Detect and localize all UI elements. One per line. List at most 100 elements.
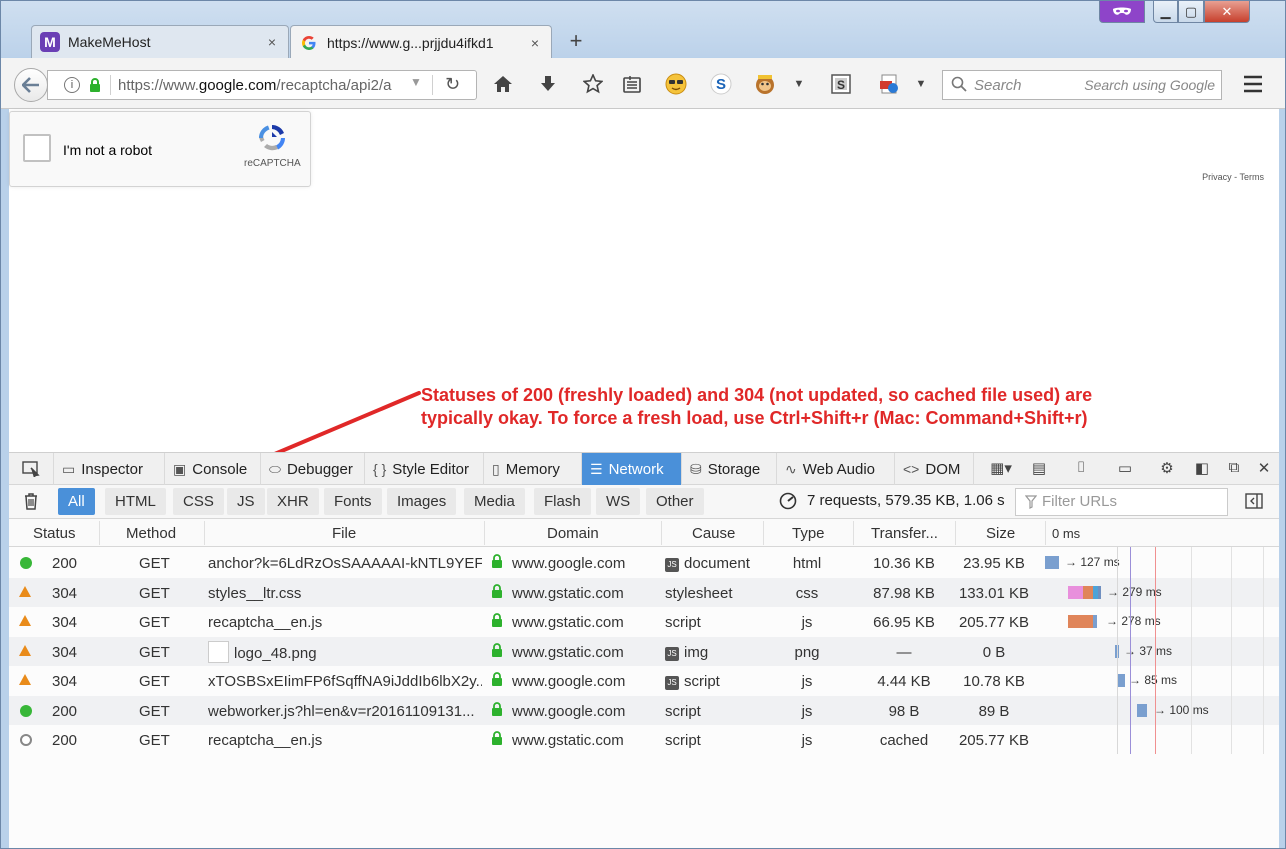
settings-gear-icon[interactable]: ⚙	[1155, 459, 1179, 479]
table-row[interactable]: 200 GET anchor?k=6LdRzOsSAAAAAI-kNTL9YEF..…	[9, 548, 1279, 578]
filter-ws[interactable]: WS	[596, 488, 641, 515]
url-bar[interactable]: i https://www.google.com/recaptcha/api2/…	[47, 70, 477, 100]
col-domain[interactable]: Domain	[547, 525, 599, 542]
tab-memory[interactable]: ▯ Memory	[484, 453, 582, 485]
info-icon[interactable]: i	[64, 77, 80, 93]
filter-js[interactable]: JS	[227, 488, 265, 515]
filter-funnel-icon	[1024, 495, 1038, 513]
file-name[interactable]: anchor?k=6LdRzOsSAAAAAI-kNTL9YEF...	[208, 555, 482, 572]
navigation-toolbar: i https://www.google.com/recaptcha/api2/…	[1, 58, 1285, 109]
recaptcha-checkbox[interactable]	[23, 134, 51, 162]
privacy-terms-link[interactable]: Privacy - Terms	[1202, 172, 1264, 182]
search-placeholder: Search	[974, 77, 1022, 94]
file-name[interactable]: logo_48.png	[208, 640, 482, 663]
col-file[interactable]: File	[332, 525, 356, 542]
table-row[interactable]: 304 GET logo_48.png www.gstatic.com JS img png…	[9, 636, 1279, 666]
bookmarks-list-icon[interactable]	[618, 70, 646, 98]
cause-text: script	[684, 673, 720, 690]
skype-s-icon[interactable]: S	[707, 70, 735, 98]
tab-close-icon[interactable]: ×	[264, 34, 280, 50]
hamburger-menu-icon[interactable]	[1239, 70, 1267, 98]
performance-gauge-icon[interactable]	[779, 492, 797, 513]
sunglasses-emoji-icon[interactable]	[662, 70, 690, 98]
file-name[interactable]: xTOSBSxEIimFP6fSqffNA9iJddIb6lbX2y...	[208, 673, 482, 690]
col-transferred[interactable]: Transfer...	[871, 525, 938, 542]
file-name[interactable]: webworker.js?hl=en&v=r20161109131...	[208, 703, 482, 720]
tab-network[interactable]: ☰ Network	[582, 453, 682, 485]
filter-xhr[interactable]: XHR	[267, 488, 319, 515]
filter-fonts[interactable]: Fonts	[324, 488, 382, 515]
tab-storage[interactable]: ⛁ Storage	[682, 453, 777, 485]
monkey-extension-icon[interactable]	[751, 70, 779, 98]
pdf-extension-icon[interactable]	[875, 70, 903, 98]
memory-icon: ▯	[492, 460, 500, 477]
undock-window-icon[interactable]: ⧉	[1222, 459, 1246, 479]
transferred: 10.36 KB	[873, 555, 935, 572]
close-devtools-icon[interactable]: ✕	[1252, 459, 1276, 479]
filter-all[interactable]: All	[58, 488, 95, 515]
tab-recaptcha[interactable]: https://www.g...prjjdu4ifkd1 ×	[290, 25, 552, 59]
tab-makemehost[interactable]: M MakeMeHost ×	[31, 25, 289, 58]
minimize-button[interactable]: ▁	[1153, 1, 1178, 23]
domain: www.gstatic.com	[512, 584, 624, 602]
pdf-dropdown-icon[interactable]: ▼	[907, 70, 935, 98]
toggle-sidebar-icon[interactable]	[1245, 493, 1263, 512]
search-input[interactable]: Search Search using Google	[942, 70, 1222, 100]
tab-dom[interactable]: <> DOM	[895, 453, 974, 485]
col-type[interactable]: Type	[792, 525, 825, 542]
col-cause[interactable]: Cause	[692, 525, 735, 542]
filter-other[interactable]: Other	[646, 488, 704, 515]
filter-media[interactable]: Media	[464, 488, 525, 515]
layout-dropdown-icon[interactable]: ▦▾	[985, 459, 1017, 479]
filter-flash[interactable]: Flash	[534, 488, 591, 515]
web-audio-icon: ∿	[785, 460, 797, 477]
filter-images[interactable]: Images	[387, 488, 457, 515]
close-window-button[interactable]: ✕	[1204, 1, 1250, 23]
download-icon[interactable]	[534, 70, 562, 98]
timing-label: → 127 ms	[1065, 555, 1120, 569]
file-name[interactable]: styles__ltr.css	[208, 585, 482, 602]
url-dropdown-icon[interactable]: ▼	[410, 75, 422, 89]
col-size[interactable]: Size	[986, 525, 1015, 542]
measure-ruler-icon[interactable]: ▭	[1113, 459, 1137, 479]
tab-label: Inspector	[81, 460, 143, 478]
screenshot-camera-icon[interactable]: ⌷	[1069, 459, 1093, 479]
element-picker-button[interactable]	[9, 453, 54, 485]
filter-urls-input[interactable]: Filter URLs	[1015, 488, 1228, 516]
table-row[interactable]: 304 GET xTOSBSxEIimFP6fSqffNA9iJddIb6lbX2y…	[9, 666, 1279, 696]
filter-css[interactable]: CSS	[173, 488, 224, 515]
tab-web-audio[interactable]: ∿ Web Audio	[777, 453, 895, 485]
file-name[interactable]: recaptcha__en.js	[208, 614, 482, 631]
table-row[interactable]: 304 GET styles__ltr.css www.gstatic.com styl…	[9, 577, 1279, 607]
col-status[interactable]: Status	[33, 525, 76, 542]
responsive-view-icon[interactable]: ▤	[1027, 459, 1051, 479]
screenshot-s-icon[interactable]: S	[827, 70, 855, 98]
tab-close-icon[interactable]: ×	[527, 35, 543, 51]
dock-side-icon[interactable]: ◧	[1190, 459, 1214, 479]
timing-bar	[1137, 703, 1147, 717]
tab-inspector[interactable]: ▭ Inspector	[54, 453, 165, 485]
extensions-dropdown-icon[interactable]: ▼	[785, 70, 813, 98]
back-button[interactable]	[14, 68, 48, 102]
home-icon[interactable]	[489, 70, 517, 98]
file-name-text: logo_48.png	[234, 644, 317, 662]
table-row[interactable]: 200 GET webworker.js?hl=en&v=r20161109131.…	[9, 695, 1279, 725]
url-text[interactable]: https://www.google.com/recaptcha/api2/a	[118, 77, 392, 94]
requests-summary: 7 requests, 579.35 KB, 1.06 s	[807, 492, 1005, 509]
new-tab-button[interactable]: +	[564, 29, 588, 53]
svg-text:S: S	[716, 76, 726, 93]
col-method[interactable]: Method	[126, 525, 176, 542]
table-row[interactable]: 304 GET recaptcha__en.js www.gstatic.com scr…	[9, 607, 1279, 637]
tab-debugger[interactable]: ⬭ Debugger	[261, 453, 365, 485]
maximize-button[interactable]: ▢	[1178, 1, 1204, 23]
filter-html[interactable]: HTML	[105, 488, 166, 515]
tab-console[interactable]: ▣ Console	[165, 453, 261, 485]
annotation-line-1: Statuses of 200 (freshly loaded) and 304…	[421, 385, 1093, 405]
table-row[interactable]: 200 GET recaptcha__en.js www.gstatic.com scr…	[9, 725, 1279, 755]
clear-trash-icon[interactable]	[23, 492, 39, 513]
reload-icon[interactable]: ↻	[445, 74, 460, 95]
bookmark-star-icon[interactable]	[579, 70, 607, 98]
file-name[interactable]: recaptcha__en.js	[208, 732, 482, 749]
col-timeline[interactable]: 0 ms	[1052, 526, 1080, 541]
tab-style-editor[interactable]: { } Style Editor	[365, 453, 484, 485]
